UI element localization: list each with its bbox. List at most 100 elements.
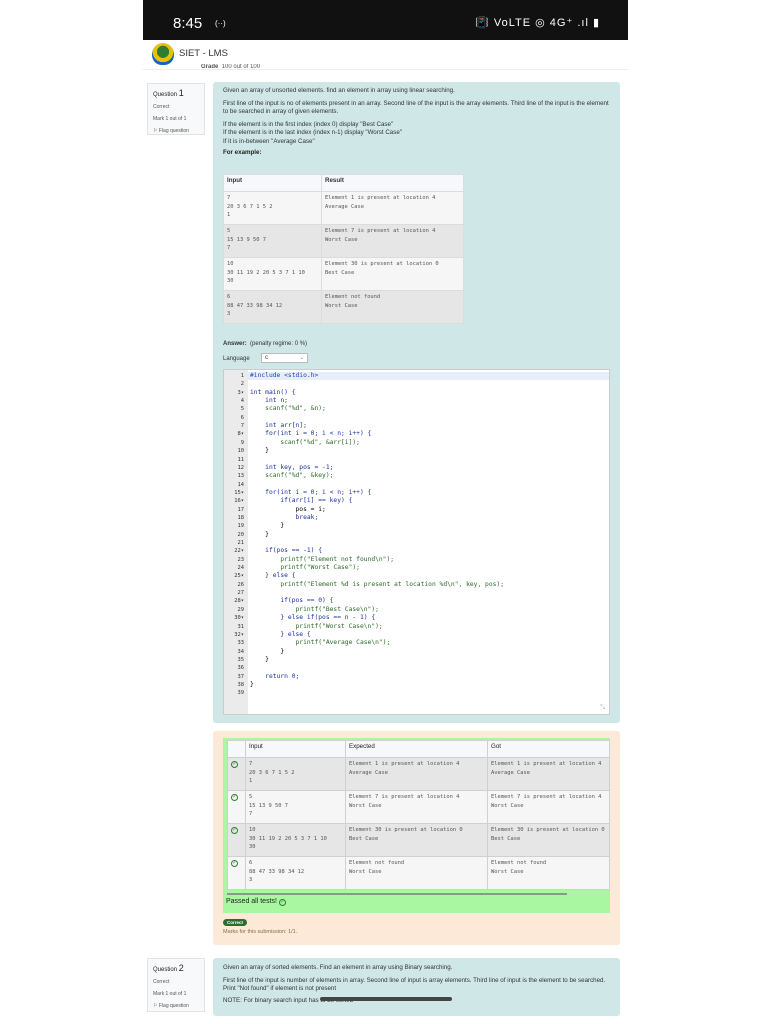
penalty-text: (penalty regime: 0 %) (250, 341, 308, 347)
marks-text: Marks for this submission: 1/1. (223, 929, 298, 935)
results-table: Input Expected Got ✓ 7 20 3 6 7 1 5 2 1 Elem… (227, 740, 610, 890)
horizontal-scrollbar[interactable] (227, 893, 567, 895)
code-line: printf("Best Case\n"); (250, 605, 379, 613)
col-header (227, 740, 246, 758)
flag-question-button[interactable]: ⚐ Flag question (153, 125, 199, 137)
chevron-down-icon: ⌄ (299, 355, 304, 361)
cell: Element not found Worst Case (487, 856, 610, 890)
q1-text-2: First line of the input is no of element… (223, 99, 609, 116)
q2-text-2: First line of the input is number of ele… (223, 976, 606, 993)
code-line: int key, pos = -1; (250, 463, 334, 471)
status-icons: 📳 VoLTE ◎ 4G⁺ .ıl ▮ (475, 17, 600, 29)
cell: 7 20 3 6 7 1 5 2 1 (245, 757, 346, 791)
q1-text-1: Given an array of unsorted elements. fin… (223, 87, 455, 94)
status-bar: 8:45 (··) 📳 VoLTE ◎ 4G⁺ .ıl ▮ (143, 0, 628, 40)
logo[interactable] (152, 43, 174, 65)
code-line: printf("Average Case\n"); (250, 639, 391, 647)
flag-icon: ⚐ (153, 128, 158, 134)
code-line: if(arr[i] == key) { (250, 497, 353, 505)
check-circle-icon: ✓ (231, 827, 238, 834)
feedback-panel: Input Expected Got ✓ 7 20 3 6 7 1 5 2 1 Elem… (213, 731, 620, 945)
code-line: pos = i; (250, 505, 326, 513)
flag-icon: ⚐ (153, 1003, 158, 1009)
code-line: printf("Element %d is present at locatio… (250, 580, 505, 588)
cell: Element 30 is present at location 0 Best… (345, 823, 488, 857)
table-row: ✓ 10 30 11 19 2 20 5 3 7 1 10 30 Element 3… (227, 823, 610, 857)
cell: Element 1 is present at location 4 Avera… (345, 757, 488, 791)
code-line: #include <stdio.h> (248, 372, 609, 380)
code-line: printf("Worst Case\n"); (250, 622, 383, 630)
code-line: for(int i = 0; i < n; i++) { (250, 488, 372, 496)
code-line: if(pos == -1) { (250, 547, 323, 555)
question-state: Correct (153, 104, 170, 110)
code-line: } else { (250, 572, 296, 580)
site-name[interactable]: SIET - LMS (179, 48, 228, 59)
code-line: scanf("%d", &arr[i]); (250, 438, 360, 446)
clock: 8:45 (173, 15, 203, 32)
table-row: ✓ 5 15 13 9 50 7 7 Element 7 is present at… (227, 790, 610, 824)
code-line: int arr[n]; (250, 422, 307, 430)
code-line: for(int i = 0; i < n; i++) { (250, 430, 372, 438)
pass-cell: ✓ (227, 856, 246, 890)
check-circle-icon: ✓ (231, 761, 238, 768)
code-line: int n; (250, 397, 288, 405)
cell: Element not found Worst Case (345, 856, 488, 890)
cell: Element 30 is present at location 0 Best… (321, 257, 464, 291)
flag-question-button[interactable]: ⚐ Flag question (153, 1000, 199, 1012)
code-line: } (250, 447, 269, 455)
answer-label: Answer: (223, 341, 247, 347)
question-label: Question (153, 92, 178, 98)
cell: 6 88 47 33 98 34 12 3 (223, 290, 322, 324)
flag-label: Flag question (158, 128, 189, 134)
code-editor[interactable]: 1 2 3▾ 4 5 6 7 8▾ 9 10 11 12 13 14 15▾ 16▾ 1… (223, 369, 610, 715)
gesture-nav-bar[interactable] (320, 997, 452, 1001)
pass-cell: ✓ (227, 823, 246, 857)
code-line: } else { (250, 630, 311, 638)
code-line: } (250, 647, 285, 655)
cell: Element 7 is present at location 4 Worst… (487, 790, 610, 824)
flag-label: Flag question (158, 1003, 189, 1009)
grade-label: Grade (201, 64, 219, 70)
q1-text-3: If the element is in the first index (in… (223, 120, 394, 128)
question-mark: Mark 1 out of 1 (153, 116, 187, 122)
code-line: } (250, 655, 269, 663)
passed-text: Passed all tests! (226, 898, 277, 905)
question-2-info: Question 2 Correct Mark 1 out of 1 ⚐ Fla… (147, 958, 205, 1012)
language-select[interactable]: c ⌄ (261, 353, 308, 363)
cell: Element not found Worst Case (321, 290, 464, 324)
q1-text-5: If it is in-between "Average Case" (223, 137, 315, 145)
code-line: if(pos == 0) { (250, 597, 334, 605)
cell: 6 88 47 33 98 34 12 3 (245, 856, 346, 890)
question-label: Question (153, 967, 178, 973)
code-line: } (250, 530, 269, 538)
code-line: } (250, 522, 285, 530)
col-header: Expected (345, 740, 488, 758)
code-line: int main() { (250, 388, 296, 396)
question-state: Correct (153, 979, 170, 985)
cell: 10 30 11 19 2 20 5 3 7 1 10 30 (223, 257, 322, 291)
code-line: return 0; (250, 672, 300, 680)
col-header: Got (487, 740, 610, 758)
check-circle-icon: ✓ (278, 899, 286, 906)
cell: Element 7 is present at location 4 Worst… (345, 790, 488, 824)
table-row: ✓ 7 20 3 6 7 1 5 2 1 Element 1 is present … (227, 757, 610, 791)
col-header: Result (321, 174, 464, 192)
question-1-info: Question 1 Correct Mark 1 out of 1 ⚐ Fla… (147, 83, 205, 135)
cell: 7 20 3 6 7 1 5 2 1 (223, 191, 322, 225)
col-header: Input (245, 740, 346, 758)
code-line: break; (250, 513, 319, 521)
pass-cell: ✓ (227, 757, 246, 791)
language-label: Language (223, 356, 250, 362)
cell: 5 15 13 9 50 7 7 (245, 790, 346, 824)
test-results-box: Input Expected Got ✓ 7 20 3 6 7 1 5 2 1 Elem… (223, 738, 610, 913)
table-row: ✓ 6 88 47 33 98 34 12 3 Element not found … (227, 856, 610, 890)
table-row: 7 20 3 6 7 1 5 2 1 Element 1 is present a… (223, 191, 464, 225)
code-line: printf("Element not found\n"); (250, 555, 395, 563)
table-row: 6 88 47 33 98 34 12 3 Element not found W… (223, 290, 464, 324)
question-number: 1 (178, 88, 184, 98)
question-number: 2 (178, 963, 184, 973)
resize-handle[interactable]: ⤡ (600, 705, 605, 712)
cell: 5 15 13 9 50 7 7 (223, 224, 322, 258)
q2-text-1: Given an array of sorted elements. Find … (223, 964, 453, 971)
grade-row: Grade 100 out of 100 (143, 64, 628, 72)
